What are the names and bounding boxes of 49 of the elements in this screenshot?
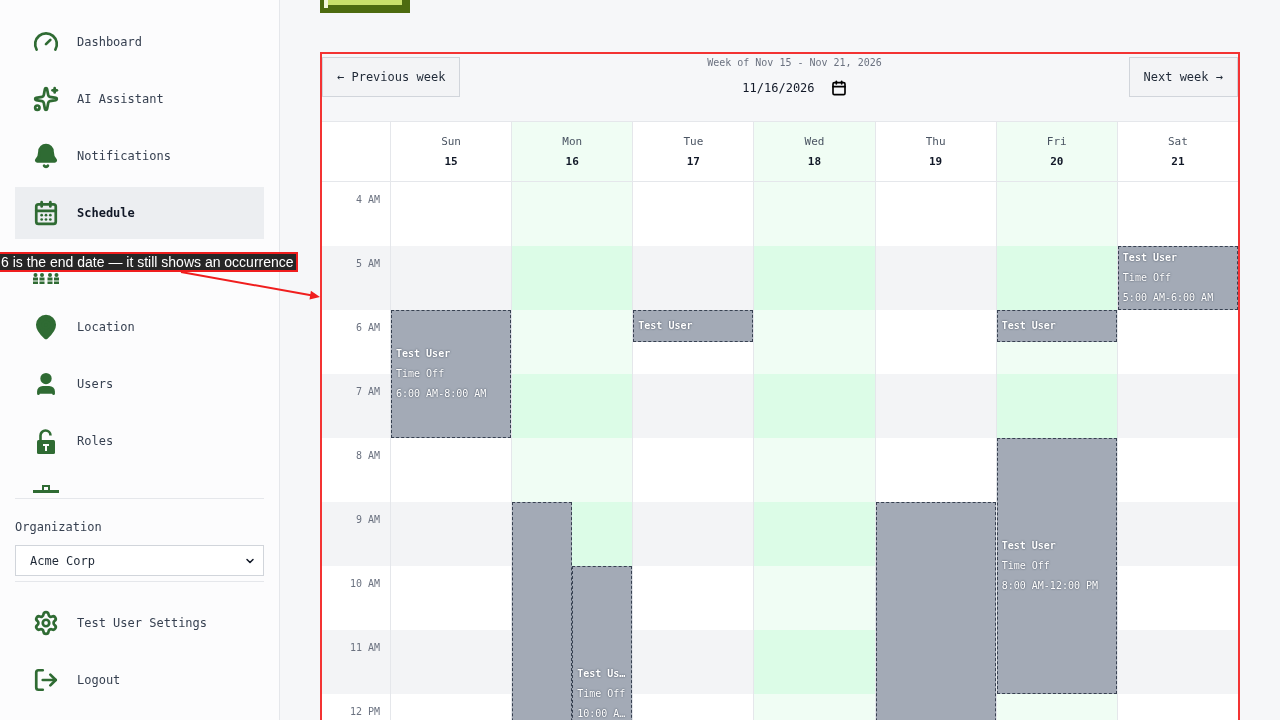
nav-item[interactable]: Logout bbox=[15, 654, 264, 706]
day-number: 19 bbox=[929, 154, 943, 169]
time-label: 4 AM bbox=[355, 194, 380, 205]
organization-select[interactable]: Acme Corp bbox=[15, 545, 264, 576]
field-label: Organization bbox=[15, 519, 103, 535]
day-name: Tue bbox=[683, 134, 704, 149]
bell-icon bbox=[33, 143, 59, 169]
day-name: Wed bbox=[804, 134, 825, 149]
day-number: 18 bbox=[807, 154, 822, 169]
settings-icon bbox=[33, 610, 59, 636]
annotation-label: 6 is the end date — it still shows an occurrence bbox=[0, 252, 298, 272]
nav-item[interactable]: Location bbox=[15, 301, 264, 353]
previous-week-button[interactable]: ← Previous week bbox=[322, 57, 461, 97]
time-label: 5 AM bbox=[355, 258, 380, 269]
date-input[interactable]: 11/16/2026 bbox=[736, 75, 853, 101]
time-label: 9 AM bbox=[355, 514, 380, 525]
map-pin-icon bbox=[33, 314, 59, 340]
day-number: 15 bbox=[444, 154, 458, 169]
day-number: 20 bbox=[1050, 154, 1064, 169]
day-number: 17 bbox=[686, 154, 700, 169]
briefcase-icon[interactable] bbox=[33, 485, 59, 493]
day-name: Sat bbox=[1168, 134, 1188, 149]
time-label: 7 AM bbox=[355, 386, 380, 397]
next-week-button[interactable]: Next week → bbox=[1128, 57, 1238, 97]
sparkle-icon bbox=[33, 86, 59, 112]
nav-item[interactable]: AI Assistant bbox=[15, 73, 264, 125]
nav-item[interactable]: Users bbox=[15, 358, 264, 410]
day-number: 21 bbox=[1171, 154, 1185, 169]
nav-item[interactable]: Roles bbox=[15, 415, 264, 467]
time-label: 8 AM bbox=[355, 450, 380, 461]
time-label: 6 AM bbox=[355, 322, 380, 333]
day-name: Mon bbox=[562, 134, 583, 149]
time-label: 11 AM bbox=[349, 642, 380, 653]
nav-item[interactable]: Schedule bbox=[15, 187, 264, 239]
calendar-icon bbox=[830, 80, 847, 96]
week-range: Week of Nov 15 - Nov 21, 2026 bbox=[707, 56, 882, 70]
calendar-icon bbox=[33, 200, 59, 226]
nav-item[interactable]: Dashboard bbox=[15, 16, 264, 68]
nav-item[interactable]: Notifications bbox=[15, 130, 264, 182]
people-icon bbox=[33, 273, 59, 284]
day-name: Thu bbox=[925, 134, 946, 149]
day-name: Sun bbox=[441, 134, 461, 149]
time-label: 12 PM bbox=[349, 706, 380, 717]
tile-icon bbox=[320, 0, 410, 13]
nav-item[interactable]: Test User Settings bbox=[15, 597, 264, 649]
day-number: 16 bbox=[565, 154, 579, 169]
logout-icon bbox=[33, 667, 59, 693]
time-label: 10 AM bbox=[349, 578, 380, 589]
day-name: Fri bbox=[1046, 134, 1067, 149]
